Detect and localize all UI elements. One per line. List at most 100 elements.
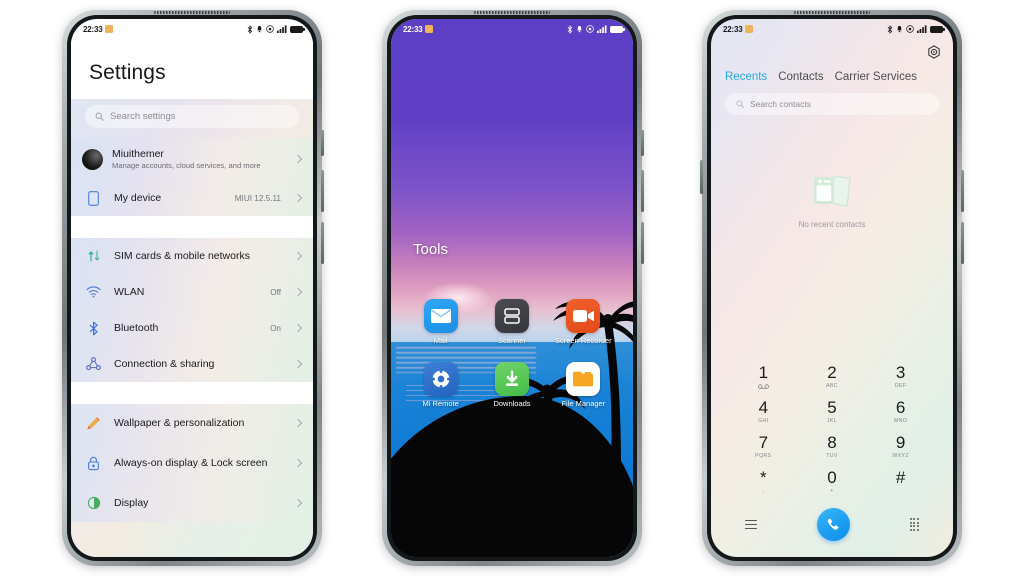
dialpad-key-1[interactable]: 1 xyxy=(729,360,798,393)
bluetooth-icon xyxy=(887,24,893,34)
search-icon xyxy=(736,100,744,108)
dialpad-key-3[interactable]: 3 DEF xyxy=(866,360,935,393)
wifi-icon xyxy=(85,284,102,301)
key-digit: 2 xyxy=(827,363,837,382)
earpiece-grille xyxy=(474,11,550,14)
dialpad-key-4[interactable]: 4 GHI xyxy=(729,395,798,428)
key-digit: 4 xyxy=(758,398,769,417)
row-bluetooth[interactable]: Bluetooth On xyxy=(71,310,313,346)
key-letters: GHI xyxy=(758,418,769,424)
search-settings-input[interactable]: Search settings xyxy=(85,105,299,128)
row-always-on-display[interactable]: Always-on display & Lock screen xyxy=(71,442,313,484)
dialpad-key-0[interactable]: 0 + xyxy=(798,465,867,498)
tab-contacts[interactable]: Contacts xyxy=(778,71,823,83)
dialpad-key-8[interactable]: 8 TUV xyxy=(798,430,867,463)
key-letters: TUV xyxy=(826,453,838,459)
key-digit: * xyxy=(760,468,767,487)
dialpad-key-star[interactable]: * , xyxy=(729,465,798,498)
app-label: Mail xyxy=(433,336,448,345)
status-bar: 22:33 xyxy=(71,19,313,39)
account-subtitle: Manage accounts, cloud services, and mor… xyxy=(112,161,261,171)
voicemail-icon xyxy=(757,383,769,389)
notification-badge-icon xyxy=(105,25,114,33)
call-button[interactable] xyxy=(816,508,850,541)
row-label: Display xyxy=(114,496,149,509)
key-letters: , xyxy=(762,488,765,494)
side-button[interactable] xyxy=(700,160,703,194)
app-label: Downloads xyxy=(493,398,531,408)
wallpaper-beach-sunset xyxy=(391,19,633,557)
side-button[interactable] xyxy=(641,130,644,156)
tab-recents[interactable]: Recents xyxy=(725,71,767,83)
dialpad-key-hash[interactable]: # xyxy=(866,465,935,498)
app-downloads[interactable]: Downloads xyxy=(476,361,547,409)
row-my-device[interactable]: My device MIUI 12.5.11 xyxy=(71,180,313,216)
earpiece-grille xyxy=(154,11,230,14)
app-scanner[interactable]: Scanner xyxy=(476,299,547,346)
row-value: Off xyxy=(270,287,281,297)
row-connection-sharing[interactable]: Connection & sharing xyxy=(71,346,313,382)
row-account[interactable]: Miuithemer Manage accounts, cloud servic… xyxy=(71,138,313,180)
call-icon xyxy=(828,518,839,530)
chevron-right-icon xyxy=(293,458,303,468)
row-value: On xyxy=(270,323,281,333)
app-label: Scanner xyxy=(498,336,526,345)
dialpad-key-5[interactable]: 5 JKL xyxy=(798,395,867,428)
key-letters: ABC xyxy=(826,383,838,389)
row-sim-cards[interactable]: SIM cards & mobile networks xyxy=(71,238,313,274)
key-letters: PQRS xyxy=(755,453,772,459)
app-mail[interactable]: Mail xyxy=(405,299,476,346)
share-icon xyxy=(85,356,102,373)
dialpad-key-9[interactable]: 9 WXYZ xyxy=(866,430,935,463)
row-wallpaper[interactable]: Wallpaper & personalization xyxy=(71,404,313,442)
download-icon xyxy=(494,361,529,396)
settings-list: Search settings Miuithemer Manage accoun… xyxy=(71,99,313,557)
search-icon xyxy=(95,112,104,121)
key-digit: 6 xyxy=(895,398,906,417)
mail-icon xyxy=(423,299,458,333)
app-label: File Manager xyxy=(561,398,606,408)
volume-up-button[interactable] xyxy=(321,170,324,212)
dialpad: 1 2 ABC 3 DEF 4 GHI 5 JKL 6 MNO 7 PQRS 8… xyxy=(711,360,953,504)
row-label: WLAN xyxy=(114,285,145,298)
dialpad-key-2[interactable]: 2 ABC xyxy=(798,360,867,393)
empty-state: No recent contacts xyxy=(711,173,953,229)
app-mi-remote[interactable]: Mi Remote xyxy=(405,361,476,409)
volume-up-button[interactable] xyxy=(961,170,964,212)
account-group: Miuithemer Manage accounts, cloud servic… xyxy=(71,138,313,216)
gear-icon[interactable] xyxy=(927,45,941,59)
tab-carrier-services[interactable]: Carrier Services xyxy=(835,71,917,83)
status-time: 22:33 xyxy=(403,24,423,34)
signal-icon xyxy=(277,25,287,33)
row-display[interactable]: Display xyxy=(71,484,313,522)
network-group: SIM cards & mobile networks WLAN Off Blu… xyxy=(71,238,313,382)
keypad-icon[interactable] xyxy=(909,518,919,531)
row-wlan[interactable]: WLAN Off xyxy=(71,274,313,310)
dialpad-key-7[interactable]: 7 PQRS xyxy=(729,430,798,463)
chevron-right-icon xyxy=(293,323,303,333)
dialpad-key-6[interactable]: 6 MNO xyxy=(866,395,935,428)
status-time: 22:33 xyxy=(83,24,103,34)
bluetooth-icon xyxy=(247,24,253,34)
screenshot-stage: 22:33 Settings Search settings Miuitheme… xyxy=(0,0,1024,576)
volume-down-button[interactable] xyxy=(321,222,324,264)
battery-icon xyxy=(290,25,305,33)
key-digit: 3 xyxy=(895,363,906,382)
chevron-right-icon xyxy=(293,418,303,428)
vibrate-icon xyxy=(257,26,262,33)
search-contacts-input[interactable]: Search contacts xyxy=(725,93,939,115)
search-settings-placeholder: Search settings xyxy=(110,111,176,122)
search-contacts-placeholder: Search contacts xyxy=(750,99,811,109)
battery-icon xyxy=(930,25,945,33)
phone-home: 22:33 Tools Mail Scanner Screen Recorder… xyxy=(382,10,644,566)
dnd-icon xyxy=(586,25,594,33)
app-screen-recorder[interactable]: Screen Recorder xyxy=(548,299,619,346)
volume-down-button[interactable] xyxy=(961,222,964,264)
menu-icon[interactable] xyxy=(745,520,757,529)
side-button[interactable] xyxy=(321,130,324,156)
sim-swap-icon xyxy=(85,248,102,265)
app-file-manager[interactable]: File Manager xyxy=(548,361,619,409)
volume-up-button[interactable] xyxy=(641,170,644,212)
volume-down-button[interactable] xyxy=(641,222,644,264)
empty-state-text: No recent contacts xyxy=(798,220,866,229)
